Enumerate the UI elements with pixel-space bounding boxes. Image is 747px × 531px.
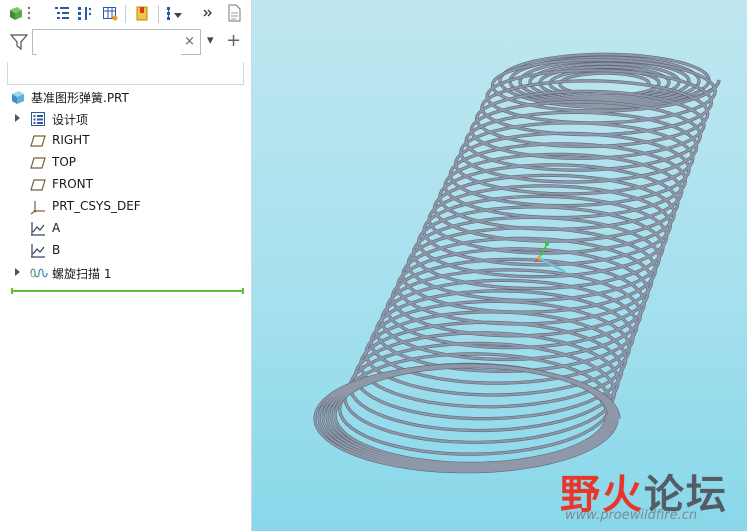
tree-item-graph-a[interactable]: A — [0, 218, 251, 240]
model-tree-panel: × ▾ + 基准图形弹簧.PRT 设计项 RIGHT TOP FRONT PRT… — [0, 0, 252, 531]
datum-plane-icon — [30, 177, 47, 193]
tree-filter-icon[interactable] — [164, 3, 186, 23]
tree-item-top[interactable]: TOP — [0, 152, 251, 174]
search-input[interactable] — [37, 31, 181, 55]
table-icon[interactable] — [100, 3, 120, 23]
expand-arrow-icon[interactable] — [15, 114, 20, 122]
bookmark-icon[interactable] — [132, 3, 152, 23]
search-box: × — [32, 29, 201, 55]
tree-item-label: TOP — [52, 155, 77, 169]
part-cube-icon[interactable] — [6, 3, 26, 23]
tree-item-label: 螺旋扫描 1 — [52, 267, 112, 281]
tree-item-design-items[interactable]: 设计项 — [0, 108, 251, 130]
more-chevron-icon[interactable] — [201, 3, 215, 23]
datum-graph-icon — [30, 221, 47, 237]
watermark-url: www.proewildfire.cn — [565, 508, 698, 523]
tree-item-label: FRONT — [52, 177, 93, 191]
helical-sweep-icon — [30, 265, 48, 281]
more-vertical-icon[interactable] — [24, 3, 34, 23]
chevron-down-icon[interactable]: ▾ — [207, 33, 214, 48]
tree-toolbar — [0, 0, 251, 28]
add-icon[interactable]: + — [226, 30, 241, 51]
filter-area — [7, 62, 244, 85]
tree-list-icon[interactable] — [52, 3, 72, 23]
tree-item-label: RIGHT — [52, 133, 90, 147]
filter-row: × ▾ + — [0, 28, 251, 60]
tree-item-label: A — [52, 221, 61, 235]
datum-graph-icon — [30, 243, 47, 259]
csys-icon — [30, 199, 47, 215]
spring-model — [313, 52, 721, 474]
tree-item-graph-b[interactable]: B — [0, 240, 251, 262]
design-items-icon — [30, 111, 47, 127]
tree-item-csys[interactable]: PRT_CSYS_DEF — [0, 196, 251, 218]
tree-item-label: PRT_CSYS_DEF — [52, 199, 141, 213]
tree-item-front[interactable]: FRONT — [0, 174, 251, 196]
tree-item-label: B — [52, 243, 61, 257]
datum-plane-icon — [30, 133, 47, 149]
graphics-viewport[interactable]: 野火论坛 www.proewildfire.cn — [252, 0, 747, 531]
datum-plane-icon — [30, 155, 47, 171]
part-icon — [10, 89, 27, 105]
tree-item-label: 设计项 — [52, 113, 89, 127]
insert-here-indicator[interactable] — [11, 288, 244, 294]
expand-arrow-icon[interactable] — [15, 268, 20, 276]
coordinate-system-icon — [534, 242, 566, 274]
tree-item-helical-sweep[interactable]: 螺旋扫描 1 — [0, 262, 251, 284]
funnel-filter-icon[interactable] — [9, 33, 29, 55]
tree-item-right[interactable]: RIGHT — [0, 130, 251, 152]
document-icon[interactable] — [224, 3, 244, 23]
clear-icon[interactable]: × — [184, 34, 195, 49]
tree-root-label: 基准图形弹簧.PRT — [31, 91, 129, 105]
tree-root[interactable]: 基准图形弹簧.PRT — [0, 86, 251, 108]
tree-columns-icon[interactable] — [74, 3, 94, 23]
